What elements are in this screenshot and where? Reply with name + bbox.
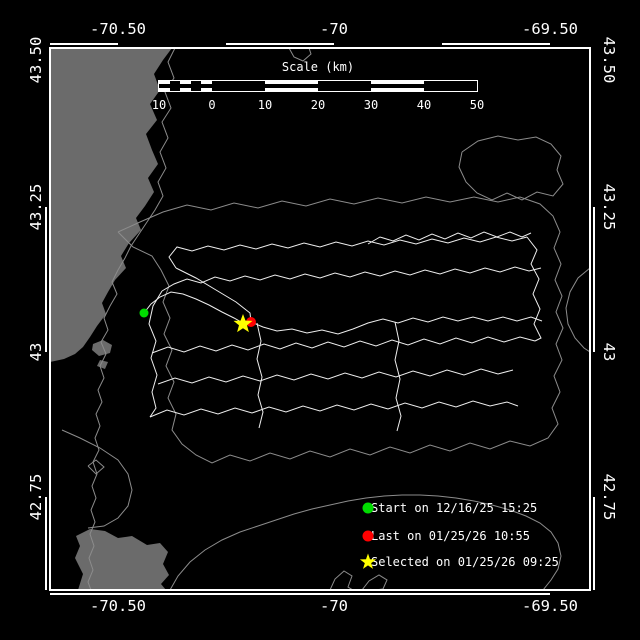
- selected-star-icon: [359, 553, 377, 569]
- scalebar-cell: [265, 81, 318, 91]
- drifter-track-map-figure: -70.50 -70 -69.50 -70.50 -70 -69.50 43.50 43.…: [0, 0, 640, 640]
- start-dot-icon: [362, 502, 374, 514]
- longitude-label-top: -70: [320, 20, 348, 38]
- longitude-label-bottom: -70: [320, 597, 348, 615]
- drifter-track: [161, 266, 542, 292]
- legend-item-start: Start on 12/16/25 15:25: [358, 498, 537, 518]
- scalebar-tick-label: 0: [208, 98, 216, 112]
- latitude-label-right: 43.50: [600, 36, 618, 84]
- scalebar: [158, 80, 478, 92]
- latitude-label-left: 43: [27, 342, 45, 362]
- coastline-contour: [361, 574, 388, 590]
- drifter-track: [149, 400, 519, 418]
- map-svg: [45, 43, 595, 595]
- legend-item-selected: Selected on 01/25/26 09:25: [358, 552, 559, 572]
- latitude-label-right: 43: [600, 342, 618, 362]
- scalebar-cell: [201, 81, 212, 91]
- scalebar-cell: [159, 81, 170, 91]
- scalebar-tick-label: 40: [416, 98, 432, 112]
- land-polygon: [92, 340, 112, 356]
- latitude-label-right: 43.25: [600, 183, 618, 231]
- drifter-track: [151, 336, 536, 354]
- drifter-track: [148, 290, 163, 418]
- last-dot-icon: [362, 530, 374, 542]
- legend-label: Last on 01/25/26 10:55: [371, 529, 530, 543]
- scalebar-cell: [180, 81, 191, 91]
- longitude-label-bottom: -69.50: [522, 597, 578, 615]
- coastline-contour: [329, 570, 354, 590]
- legend-selected-marker-icon: [359, 553, 377, 569]
- coastline-contour: [458, 135, 564, 201]
- drifter-track: [526, 236, 542, 342]
- longitude-label-bottom: -70.50: [90, 597, 146, 615]
- latitude-label-right: 42.75: [600, 473, 618, 521]
- scalebar-tick-label: 20: [310, 98, 326, 112]
- scalebar-title: Scale (km): [281, 60, 355, 74]
- legend-item-last: Last on 01/25/26 10:55: [358, 526, 530, 546]
- scalebar-tick-label: 10: [257, 98, 273, 112]
- land-polygon: [50, 48, 172, 362]
- longitude-label-top: -70.50: [90, 20, 146, 38]
- longitude-label-top: -69.50: [522, 20, 578, 38]
- legend-start-marker-icon: [362, 502, 374, 514]
- latitude-label-left: 42.75: [27, 473, 45, 521]
- legend-label: Start on 12/16/25 15:25: [371, 501, 538, 515]
- scalebar-tick-label: 30: [363, 98, 379, 112]
- drifter-track: [168, 236, 528, 269]
- scalebar-tick-label: 10: [151, 98, 167, 112]
- scalebar-tick-label: 50: [469, 98, 485, 112]
- latitude-label-left: 43.25: [27, 183, 45, 231]
- drifter-track: [175, 267, 252, 323]
- latitude-label-left: 43.50: [27, 36, 45, 84]
- legend-label: Selected on 01/25/26 09:25: [371, 555, 559, 569]
- drifter-track: [143, 291, 252, 324]
- selected-marker: [233, 314, 253, 333]
- start-marker: [139, 308, 149, 318]
- drifter-track: [256, 322, 264, 429]
- drifter-track: [157, 368, 514, 385]
- coastline-contour: [565, 267, 590, 353]
- scalebar-cell: [371, 81, 424, 91]
- legend-last-marker-icon: [362, 530, 374, 542]
